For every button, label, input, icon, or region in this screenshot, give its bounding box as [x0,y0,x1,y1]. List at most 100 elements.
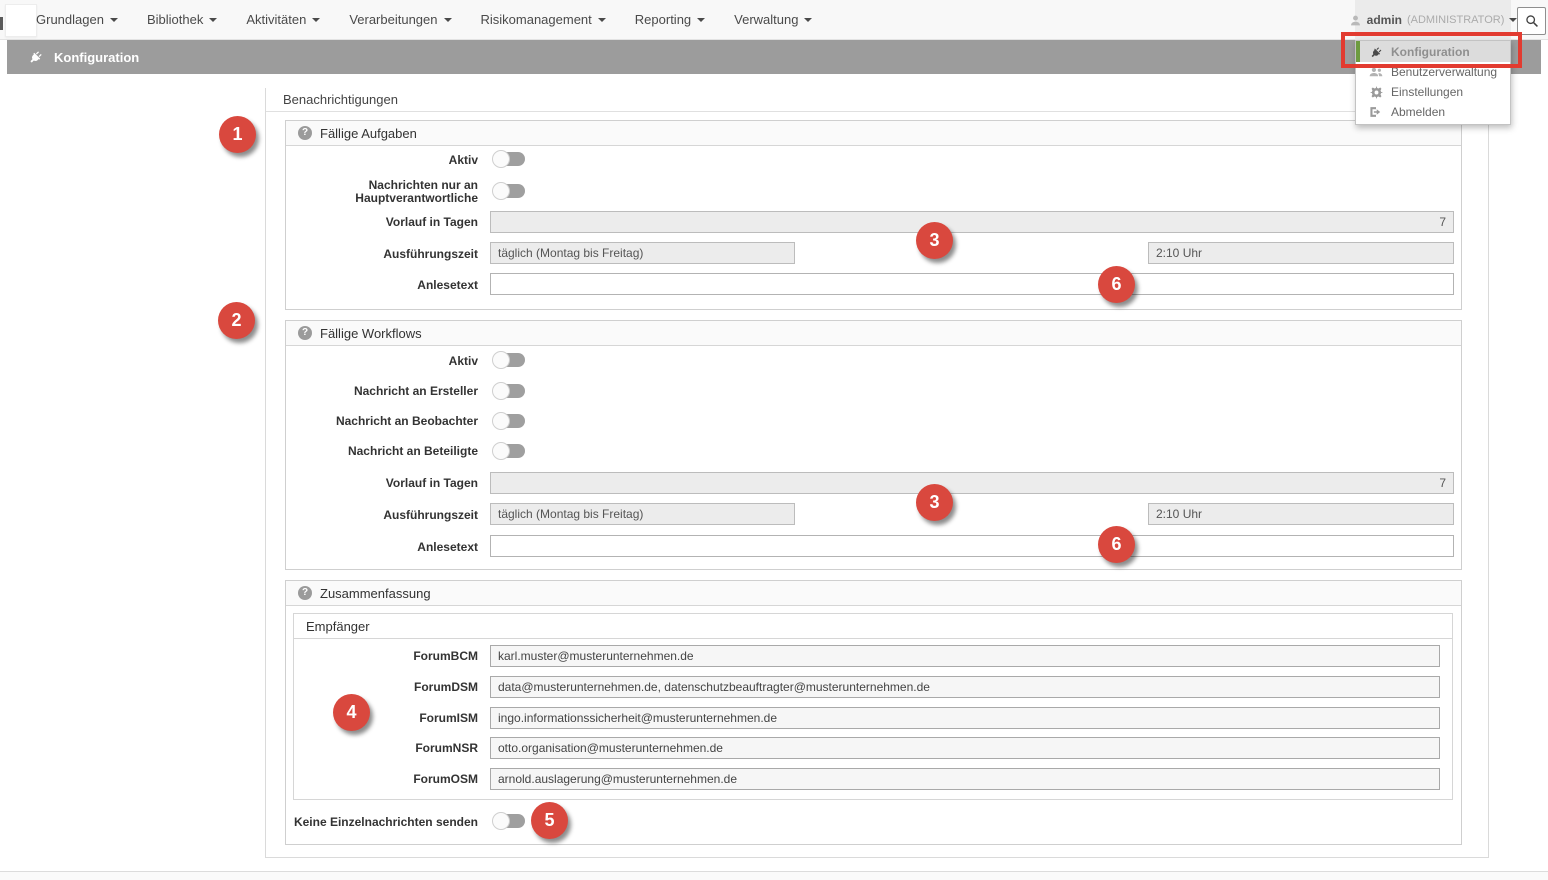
chevron-down-icon [209,18,217,22]
aktiv-label: Aktiv [290,154,478,167]
menu-item-einstellungen[interactable]: Einstellungen [1356,82,1510,102]
annotation-badge: 3 [916,222,953,259]
section-header: ? Fällige Workflows [286,321,1461,346]
vorlauf-input [490,472,1454,494]
nav-reporting[interactable]: Reporting [635,12,705,27]
beteiligte-label: Nachricht an Beteiligte [290,445,478,458]
top-navigation-bar: Grundlagen Bibliothek Aktivitäten Verarb… [0,0,1548,40]
forumnsr-input[interactable] [490,737,1440,759]
annotation-badge: 6 [1098,526,1135,563]
user-name: admin [1367,13,1402,27]
empfaenger-header: Empfänger [294,614,1452,639]
toggle-knob [492,382,510,400]
nav-verwaltung[interactable]: Verwaltung [734,12,812,27]
cropped-edge-element [0,17,3,30]
chevron-down-icon [444,18,452,22]
menu-item-abmelden[interactable]: Abmelden [1356,102,1510,122]
footer-area [0,872,1548,880]
help-icon[interactable]: ? [298,126,312,140]
nav-verarbeitungen-label: Verarbeitungen [349,12,437,27]
annotation-badge: 6 [1098,266,1135,303]
keine-einzelnachrichten-label: Keine Einzelnachrichten senden [290,816,478,829]
keine-einzelnachrichten-toggle[interactable] [492,812,526,830]
hauptverantwortliche-label: Nachrichten nur an Hauptverantwortliche [290,179,478,205]
beobachter-label: Nachricht an Beobachter [290,415,478,428]
anlesetext-input[interactable] [490,535,1454,557]
help-icon[interactable]: ? [298,586,312,600]
ersteller-label: Nachricht an Ersteller [290,385,478,398]
toggle-knob [492,150,510,168]
annotation-badge: 4 [333,694,370,731]
annotation-badge: 1 [219,116,256,153]
chevron-down-icon [312,18,320,22]
section-header: ? Fällige Aufgaben [286,121,1461,146]
aktiv-label: Aktiv [290,355,478,368]
panel-header: Benachrichtigungen [266,88,1488,112]
plug-icon [25,46,46,67]
nav-verwaltung-label: Verwaltung [734,12,798,27]
forumbcm-input[interactable] [490,645,1440,667]
toggle-knob [492,442,510,460]
nav-bibliothek[interactable]: Bibliothek [147,12,217,27]
aktiv-toggle[interactable] [492,351,526,369]
nav-risikomanagement-label: Risikomanagement [481,12,592,27]
ausfuehrungszeit-input [490,503,795,525]
forumism-input[interactable] [490,707,1440,729]
anlesetext-label: Anlesetext [290,541,478,554]
ersteller-toggle[interactable] [492,382,526,400]
menu-item-label: Abmelden [1391,105,1445,119]
anlesetext-label: Anlesetext [290,279,478,292]
nav-grundlagen[interactable]: Grundlagen [36,12,118,27]
ausfuehrungszeit-input [490,242,795,264]
user-icon [1349,14,1362,27]
vorlauf-input [490,211,1454,233]
nav-verarbeitungen[interactable]: Verarbeitungen [349,12,451,27]
panel-title: Benachrichtigungen [283,92,398,107]
forumdsm-input[interactable] [490,676,1440,698]
toggle-knob [492,182,510,200]
section-title: Zusammenfassung [320,586,431,601]
toggle-knob [492,351,510,369]
forumbcm-label: ForumBCM [290,650,478,663]
chevron-down-icon [804,18,812,22]
page-title: Konfiguration [54,50,139,65]
nav-reporting-label: Reporting [635,12,691,27]
toggle-knob [492,412,510,430]
beteiligte-toggle[interactable] [492,442,526,460]
main-menu: Grundlagen Bibliothek Aktivitäten Verarb… [36,0,812,39]
logo-placeholder [5,4,37,37]
annotation-badge: 5 [531,802,568,839]
ausfuehrungszeit-label: Ausführungszeit [290,509,478,522]
chevron-down-icon [697,18,705,22]
search-button[interactable] [1517,7,1546,35]
page-title-bar: Konfiguration [7,40,1541,74]
ausfuehrungszeit-uhrzeit-input [1148,503,1454,525]
toggle-knob [492,812,510,830]
nav-grundlagen-label: Grundlagen [36,12,104,27]
vorlauf-label: Vorlauf in Tagen [290,216,478,229]
nav-aktivitaeten[interactable]: Aktivitäten [246,12,320,27]
empfaenger-title: Empfänger [306,619,370,634]
forumdsm-label: ForumDSM [290,681,478,694]
gear-icon [1369,85,1383,99]
aktiv-toggle[interactable] [492,150,526,168]
ausfuehrungszeit-label: Ausführungszeit [290,248,478,261]
hauptverantwortliche-toggle[interactable] [492,182,526,200]
app-window: Grundlagen Bibliothek Aktivitäten Verarb… [0,0,1548,880]
logout-icon [1369,105,1383,119]
nav-bibliothek-label: Bibliothek [147,12,203,27]
help-icon[interactable]: ? [298,326,312,340]
forumosm-input[interactable] [490,768,1440,790]
forumosm-label: ForumOSM [290,773,478,786]
beobachter-toggle[interactable] [492,412,526,430]
section-title: Fällige Aufgaben [320,126,417,141]
vorlauf-label: Vorlauf in Tagen [290,477,478,490]
annotation-badge: 3 [916,484,953,521]
anlesetext-input[interactable] [490,273,1454,295]
chevron-down-icon [598,18,606,22]
chevron-down-icon [110,18,118,22]
nav-risikomanagement[interactable]: Risikomanagement [481,12,606,27]
nav-aktivitaeten-label: Aktivitäten [246,12,306,27]
forumism-label: ForumISM [290,712,478,725]
user-role: (ADMINISTRATOR) [1407,14,1504,26]
